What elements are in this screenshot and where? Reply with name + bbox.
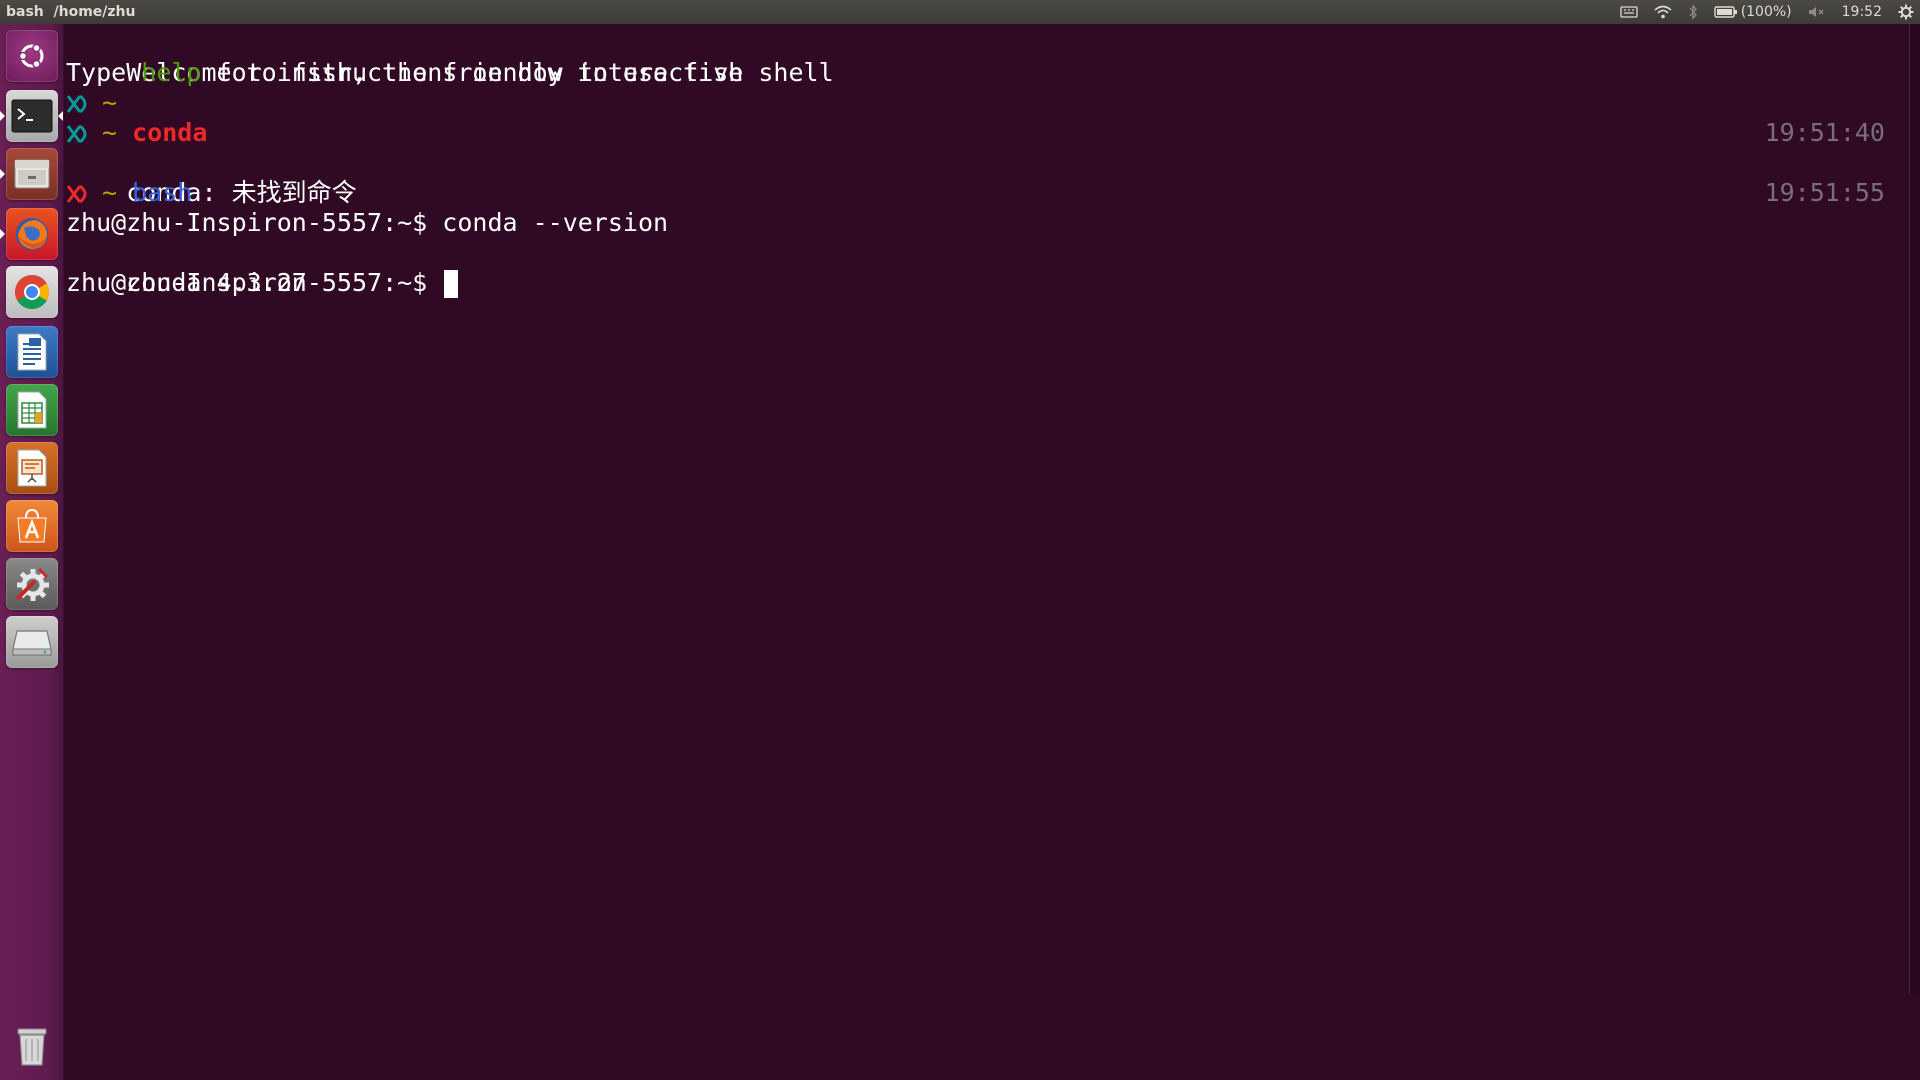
clock[interactable]: 19:52 <box>1842 0 1882 24</box>
fish-prompt-icon <box>66 94 87 114</box>
battery-indicator[interactable]: (100%) <box>1713 0 1792 24</box>
terminal-line: conda: 未找到命令 <box>66 148 356 207</box>
terminal-line: conda 4.3.27 <box>66 238 307 297</box>
launcher <box>0 24 64 1080</box>
settings-gear-icon[interactable] <box>1898 4 1914 20</box>
command-timestamp: 19:51:40 <box>1764 118 1885 147</box>
fish-prompt-icon <box>66 124 87 144</box>
trash-icon[interactable] <box>6 1020 58 1072</box>
bash-prompt: zhu@zhu-Inspiron-5557:~$ <box>66 268 443 297</box>
command-text: conda --version <box>442 208 669 237</box>
fish-prompt-line: ~ bash <box>66 178 192 208</box>
command-text: conda <box>132 118 208 147</box>
software-center-icon[interactable] <box>6 500 58 552</box>
disk-icon[interactable] <box>6 616 58 668</box>
text-cursor <box>444 270 459 298</box>
firefox-icon[interactable] <box>6 208 58 260</box>
terminal-icon[interactable] <box>6 90 58 142</box>
prompt-cwd: ~ <box>102 118 118 147</box>
indicator-area: (100%) 19:52 <box>1620 0 1914 24</box>
window-title: bash /home/zhu <box>6 4 136 20</box>
terminal-line: Welcome to fish, the friendly interactiv… <box>66 28 833 87</box>
terminal-window[interactable]: Welcome to fish, the friendly interactiv… <box>66 24 1910 1080</box>
fish-prompt-line: ~ conda <box>66 118 207 148</box>
ubuntu-logo-icon[interactable] <box>6 30 58 82</box>
wifi-icon[interactable] <box>1654 5 1672 19</box>
bluetooth-icon[interactable] <box>1688 4 1698 20</box>
active-indicator <box>58 111 63 121</box>
fish-prompt-line: ~ <box>66 88 117 118</box>
running-indicator <box>0 111 5 121</box>
running-indicator <box>0 229 5 239</box>
files-icon[interactable] <box>6 148 58 200</box>
chrome-icon[interactable] <box>6 266 58 318</box>
help-prefix: Type <box>66 58 142 87</box>
bash-prompt: zhu@zhu-Inspiron-5557:~$ <box>66 208 443 237</box>
fish-prompt-error-icon <box>66 184 87 204</box>
prompt-cwd: ~ <box>102 178 118 207</box>
keyboard-icon[interactable] <box>1620 5 1638 19</box>
bash-prompt-line: zhu@zhu-Inspiron-5557:~$ conda --version <box>66 208 668 238</box>
bash-prompt-line[interactable]: zhu@zhu-Inspiron-5557:~$ <box>66 268 459 298</box>
prompt-cwd: ~ <box>102 88 118 117</box>
command-timestamp: 19:51:55 <box>1764 178 1885 207</box>
volume-muted-icon[interactable] <box>1808 5 1826 19</box>
running-indicator <box>0 169 5 179</box>
battery-icon <box>1713 6 1737 18</box>
terminal-line: Type help for instructions on how to use… <box>66 58 743 88</box>
terminal-scrollbar[interactable] <box>1909 24 1920 994</box>
help-suffix: for instructions on how to use fish <box>201 58 744 87</box>
writer-icon[interactable] <box>6 326 58 378</box>
command-text: bash <box>132 178 193 207</box>
impress-icon[interactable] <box>6 442 58 494</box>
battery-percentage: (100%) <box>1740 4 1792 20</box>
calc-icon[interactable] <box>6 384 58 436</box>
top-panel: bash /home/zhu (100%) 19:52 <box>0 0 1920 24</box>
help-command-text: help <box>141 58 202 87</box>
system-settings-icon[interactable] <box>6 558 58 610</box>
